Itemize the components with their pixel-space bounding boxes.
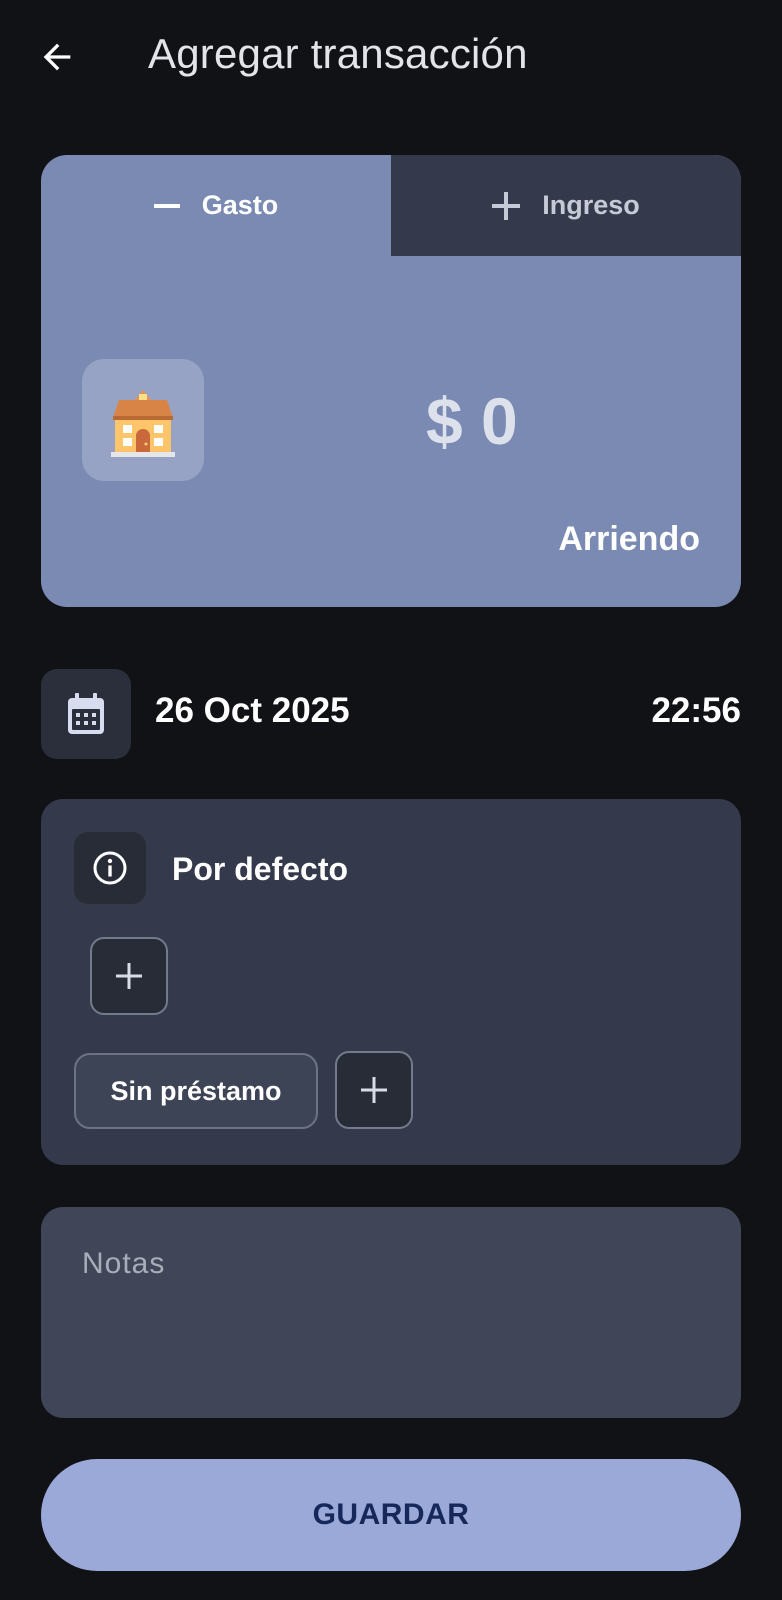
plus-icon bbox=[492, 191, 521, 220]
notes-placeholder: Notas bbox=[82, 1247, 166, 1280]
transaction-card: Gasto Ingreso $ 0 Arriendo bbox=[41, 155, 741, 607]
amount-display[interactable]: $ 0 bbox=[426, 383, 518, 459]
date-time-row: 26 Oct 2025 22:56 bbox=[41, 669, 741, 759]
notes-field[interactable]: Notas bbox=[41, 1207, 741, 1418]
account-panel: Por defecto Sin préstamo bbox=[41, 799, 741, 1165]
back-button[interactable] bbox=[34, 34, 80, 80]
page-title: Agregar transacción bbox=[148, 30, 528, 77]
time-value[interactable]: 22:56 bbox=[651, 691, 741, 731]
loan-chip[interactable]: Sin préstamo bbox=[74, 1053, 318, 1129]
category-name[interactable]: Arriendo bbox=[558, 520, 700, 559]
tab-gasto-label: Gasto bbox=[201, 190, 279, 220]
tab-gasto[interactable]: Gasto bbox=[41, 155, 391, 256]
house-icon bbox=[111, 390, 175, 457]
account-name[interactable]: Por defecto bbox=[172, 851, 348, 888]
app-bar: Agregar transacción bbox=[0, 0, 782, 112]
calendar-button[interactable] bbox=[41, 669, 131, 759]
tab-ingreso-label: Ingreso bbox=[542, 190, 640, 220]
plus-icon bbox=[361, 1077, 387, 1103]
info-icon bbox=[93, 851, 127, 885]
minus-icon bbox=[153, 203, 180, 208]
arrow-left-icon bbox=[43, 43, 71, 71]
save-button[interactable]: GUARDAR bbox=[41, 1459, 741, 1571]
add-loan-button[interactable] bbox=[335, 1051, 413, 1129]
info-button[interactable] bbox=[74, 832, 146, 904]
plus-icon bbox=[116, 963, 142, 989]
add-tag-button[interactable] bbox=[90, 937, 168, 1015]
date-value[interactable]: 26 Oct 2025 bbox=[155, 691, 350, 731]
category-icon-button[interactable] bbox=[82, 359, 204, 481]
tab-ingreso[interactable]: Ingreso bbox=[391, 155, 741, 256]
loan-chip-label: Sin préstamo bbox=[110, 1075, 282, 1106]
calendar-icon bbox=[68, 693, 104, 734]
